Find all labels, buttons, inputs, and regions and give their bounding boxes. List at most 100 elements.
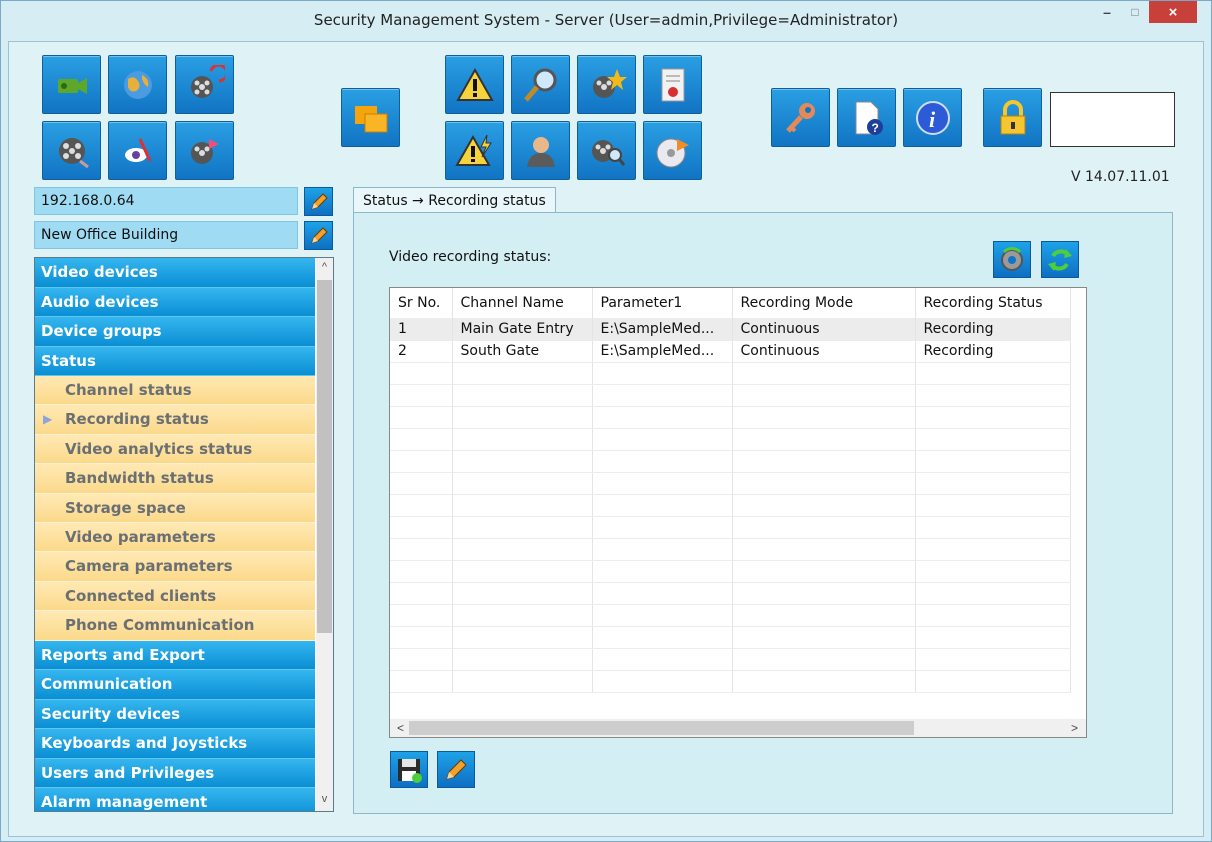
help-document-button[interactable]: ? (837, 88, 896, 147)
warning-lightning-button[interactable] (445, 121, 504, 180)
nav-scrollbar[interactable]: ^ v (316, 258, 333, 811)
lock-icon (1000, 99, 1025, 134)
user-icon (526, 136, 555, 167)
help-document-icon: ? (855, 101, 883, 135)
nav-sub-bandwidth-status[interactable]: Bandwidth status (35, 464, 315, 494)
table-scroll-thumb[interactable] (409, 721, 914, 735)
empty-row (390, 626, 1071, 649)
password-field[interactable] (1050, 92, 1175, 147)
column-header[interactable]: Parameter1 (592, 288, 733, 318)
column-header[interactable]: Channel Name (452, 288, 593, 318)
scroll-right-arrow[interactable]: > (1066, 719, 1083, 737)
nav-sub-channel-status[interactable]: Channel status (35, 376, 315, 406)
close-button[interactable]: × (1149, 1, 1197, 23)
key-icon (785, 102, 815, 133)
site-name: New Office Building (34, 221, 298, 249)
key-button[interactable] (771, 88, 830, 147)
pencil-icon (310, 226, 328, 244)
film-export-button[interactable] (175, 121, 234, 180)
nav-sub-storage-space[interactable]: Storage space (35, 493, 315, 523)
table-row[interactable]: 2 South Gate E:\SampleMed... Continuous … (390, 340, 1071, 363)
save-button[interactable] (390, 751, 428, 788)
nav-sub-recording-status[interactable]: ▶ Recording status (35, 405, 315, 435)
film-refresh-button[interactable] (175, 55, 234, 114)
nav-item-status[interactable]: Status (35, 346, 315, 376)
nav-item-communication[interactable]: Communication (35, 670, 315, 700)
film-reel-button[interactable] (42, 121, 101, 180)
nav-sub-label: Camera parameters (65, 557, 233, 576)
tab-recording-status[interactable]: Status → Recording status (353, 187, 556, 213)
maximize-button[interactable]: □ (1122, 1, 1148, 23)
nav-item-security-devices[interactable]: Security devices (35, 699, 315, 730)
column-header[interactable]: Sr No. (390, 288, 453, 318)
table-cell: Recording (915, 318, 1071, 341)
nav-sub-camera-parameters[interactable]: Camera parameters (35, 552, 315, 582)
camera-button[interactable] (42, 55, 101, 114)
edit-button[interactable] (437, 751, 475, 788)
nav-item-keyboards-joysticks[interactable]: Keyboards and Joysticks (35, 729, 315, 759)
nav-sub-connected-clients[interactable]: Connected clients (35, 581, 315, 612)
nav-item-video-devices[interactable]: Video devices (35, 258, 315, 288)
warning-button[interactable] (445, 55, 504, 114)
nav-sub-label: Connected clients (65, 586, 217, 605)
empty-row (390, 384, 1071, 407)
table-hscrollbar[interactable]: < > (390, 719, 1086, 737)
table-row[interactable]: 1 Main Gate Entry E:\SampleMed... Contin… (390, 318, 1071, 341)
column-header[interactable]: Recording Status (915, 288, 1071, 318)
minimize-button[interactable]: – (1094, 1, 1120, 23)
nav-item-alarm-management[interactable]: Alarm management (35, 788, 315, 811)
table-cell: Continuous (732, 340, 916, 363)
navigation-panel: Video devices Audio devices Device group… (34, 257, 334, 812)
nav-item-users-privileges[interactable]: Users and Privileges (35, 758, 315, 789)
table-cell: Continuous (732, 318, 916, 341)
report-icon (661, 68, 684, 101)
nav-sub-label: Phone Communication (65, 616, 255, 635)
server-ip: 192.168.0.64 (34, 187, 298, 215)
nav-sub-video-analytics-status[interactable]: Video analytics status (35, 434, 315, 465)
recording-status-table: Sr No. Channel Name Parameter1 Recording… (389, 287, 1087, 738)
eye-pointer-button[interactable] (108, 121, 167, 180)
floppy-save-icon (398, 758, 422, 783)
eye-pointer-icon (124, 137, 151, 162)
edit-ip-button[interactable] (304, 187, 333, 216)
film-star-button[interactable] (577, 55, 636, 114)
search-button[interactable] (511, 55, 570, 114)
film-search-icon (591, 139, 625, 166)
film-search-button[interactable] (577, 121, 636, 180)
globe-button[interactable] (108, 55, 167, 114)
nav-item-audio-devices[interactable]: Audio devices (35, 287, 315, 317)
film-export-icon (190, 138, 219, 164)
warning-icon (455, 67, 494, 101)
table-cell: South Gate (452, 340, 593, 363)
info-button[interactable]: i (903, 88, 962, 147)
nav-sub-phone-communication[interactable]: Phone Communication (35, 611, 315, 641)
empty-row (390, 406, 1071, 429)
nav-item-device-groups[interactable]: Device groups (35, 317, 315, 347)
report-button[interactable] (643, 55, 702, 114)
disc-export-button[interactable] (643, 121, 702, 180)
refresh-button[interactable] (1041, 241, 1079, 278)
empty-row (390, 560, 1071, 583)
edit-site-button[interactable] (304, 221, 333, 250)
scroll-left-arrow[interactable]: < (392, 719, 409, 737)
empty-row (390, 450, 1071, 473)
lock-button[interactable] (983, 88, 1042, 147)
version-label: V 14.07.11.01 (1071, 169, 1170, 185)
table-cell: E:\SampleMed... (592, 318, 733, 341)
nav-sub-video-parameters[interactable]: Video parameters (35, 522, 315, 553)
refresh-icon (1048, 248, 1072, 271)
column-header[interactable]: Recording Mode (732, 288, 916, 318)
scroll-down-arrow[interactable]: v (316, 793, 333, 805)
scroll-up-arrow[interactable]: ^ (316, 261, 333, 273)
nav-list: Video devices Audio devices Device group… (35, 258, 315, 811)
film-refresh-icon (190, 64, 225, 98)
user-button[interactable] (511, 121, 570, 180)
nav-sub-label: Storage space (65, 498, 186, 517)
nav-scroll-thumb[interactable] (317, 280, 332, 633)
windows-button[interactable] (341, 88, 400, 147)
empty-row (390, 582, 1071, 605)
nav-item-reports-export[interactable]: Reports and Export (35, 640, 315, 671)
empty-row (390, 670, 1071, 693)
table-cell: 1 (390, 318, 453, 341)
settings-button[interactable] (993, 241, 1031, 278)
